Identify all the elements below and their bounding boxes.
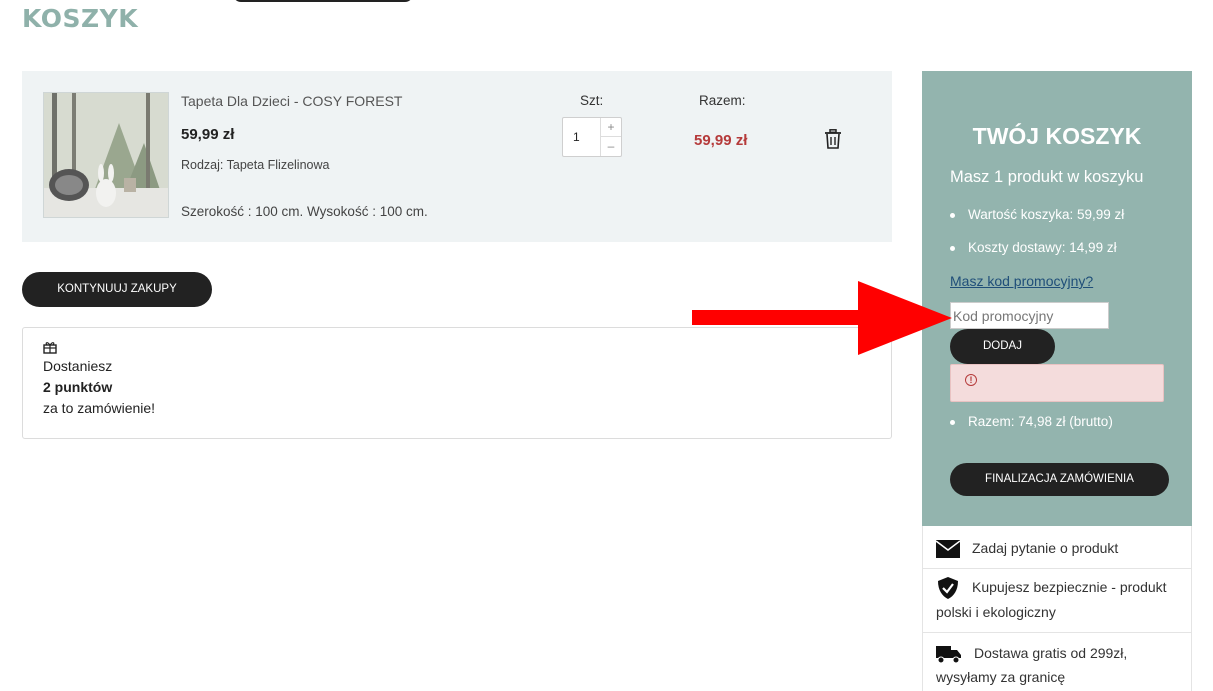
info-list: Zadaj pytanie o produkt Kupujesz bezpiec… <box>922 526 1192 691</box>
line-total: 59,99 zł <box>694 132 748 149</box>
alert-circle-icon: ! <box>965 374 977 386</box>
quantity-increase-button[interactable]: + <box>601 118 621 137</box>
product-price: 59,99 zł <box>181 126 235 143</box>
quantity-decrease-button[interactable]: – <box>601 137 621 156</box>
info-text: Zadaj pytanie o produkt <box>972 540 1119 556</box>
product-name[interactable]: Tapeta Dla Dzieci - COSY FOREST <box>181 93 402 109</box>
quantity-value[interactable]: 1 <box>573 130 580 144</box>
quantity-stepper[interactable]: 1 + – <box>562 117 622 157</box>
cart-value: Wartość koszyka: 59,99 zł <box>950 207 1124 222</box>
page-title: KOSZYK <box>22 4 139 33</box>
red-arrow-annotation <box>692 281 952 355</box>
points-line-3: za to zamówienie! <box>43 400 156 416</box>
product-count-text: Masz 1 produkt w koszyku <box>950 168 1144 186</box>
promo-code-input[interactable] <box>950 302 1109 329</box>
add-promo-button[interactable]: DODAJ <box>950 329 1055 364</box>
quantity-buttons: + – <box>600 118 621 156</box>
points-amount: 2 punktów <box>43 379 113 395</box>
envelope-icon <box>936 540 960 559</box>
line-total-label: Razem: <box>699 93 746 108</box>
product-dimensions: Szerokość : 100 cm. Wysokość : 100 cm. <box>181 204 428 219</box>
product-variant: Rodzaj: Tapeta Flizelinowa <box>181 158 330 172</box>
trash-icon[interactable] <box>824 129 842 149</box>
info-item-shipping: Dostawa gratis od 299zł, wysyłamy za gra… <box>923 633 1191 691</box>
continue-shopping-button[interactable]: KONTYNUUJ ZAKUPY <box>22 272 212 307</box>
info-item-ask-question[interactable]: Zadaj pytanie o produkt <box>923 526 1191 569</box>
shield-check-icon <box>938 577 958 600</box>
cart-item: Tapeta Dla Dzieci - COSY FOREST 59,99 zł… <box>22 71 892 242</box>
info-item-secure: Kupujesz bezpiecznie - produkt polski i … <box>923 569 1191 633</box>
sidebar-title: TWÓJ KOSZYK <box>972 123 1142 149</box>
info-text: Dostawa gratis od 299zł, wysyłamy za gra… <box>936 645 1128 685</box>
truck-icon <box>936 646 961 664</box>
points-line-1: Dostaniesz <box>43 358 113 374</box>
promo-code-link[interactable]: Masz kod promocyjny? <box>950 273 1093 289</box>
top-pill-button[interactable] <box>233 0 413 2</box>
order-total: Razem: 74,98 zł (brutto) <box>950 414 1113 429</box>
quantity-label: Szt: <box>580 93 604 108</box>
cart-summary-sidebar: TWÓJ KOSZYK Masz 1 produkt w koszyku War… <box>922 71 1192 526</box>
checkout-button[interactable]: FINALIZACJA ZAMÓWIENIA <box>950 463 1169 496</box>
product-thumbnail[interactable] <box>43 92 169 218</box>
info-text: Kupujesz bezpiecznie - produkt polski i … <box>936 579 1167 621</box>
promo-error-alert: ! <box>950 364 1164 402</box>
gift-icon <box>43 342 57 354</box>
shipping-cost: Koszty dostawy: 14,99 zł <box>950 240 1117 255</box>
